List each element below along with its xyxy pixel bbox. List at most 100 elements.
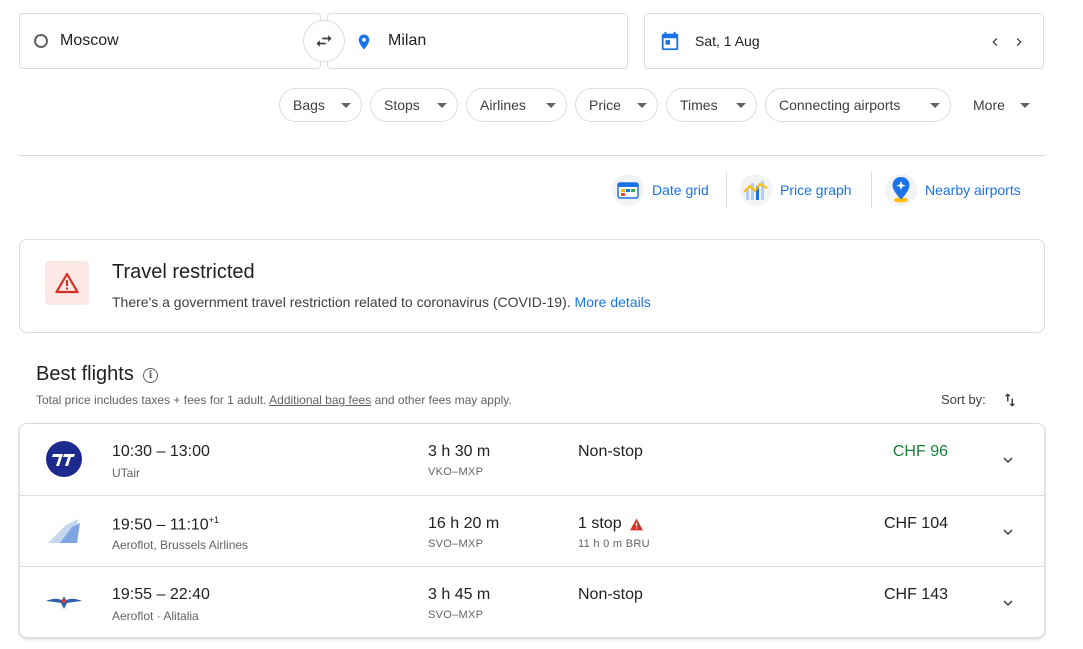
chevron-left-icon (992, 38, 998, 46)
chevron-right-icon (1016, 38, 1022, 46)
filter-stops[interactable]: Stops (370, 88, 458, 122)
filter-price[interactable]: Price (575, 88, 658, 122)
flights-list: 10:30 – 13:00 UTair 3 h 30 m VKO–MXP Non… (19, 423, 1045, 638)
flight-times-text: 19:50 – 11:10 (112, 516, 209, 534)
dropdown-caret-icon (930, 103, 940, 108)
sort-by-label: Sort by: (941, 392, 986, 407)
flight-row[interactable]: 19:50 – 11:10+1 Aeroflot, Brussels Airli… (20, 495, 1044, 566)
flight-airline: Aeroflot, Brussels Airlines (112, 538, 249, 552)
flight-duration: 3 h 45 m (428, 586, 491, 603)
dropdown-caret-icon (736, 103, 746, 108)
chevron-down-icon (1003, 600, 1013, 606)
calendar-icon (659, 30, 681, 52)
filter-stops-label: Stops (384, 97, 420, 113)
filter-price-label: Price (589, 97, 621, 113)
info-icon[interactable]: i (143, 368, 158, 383)
expand-flight-button[interactable] (998, 450, 1018, 470)
dropdown-caret-icon (637, 103, 647, 108)
filter-bags[interactable]: Bags (279, 88, 362, 122)
swap-button[interactable] (303, 20, 345, 62)
flight-route: SVO–MXP (428, 538, 484, 550)
alert-body-text: There's a government travel restriction … (112, 294, 571, 310)
utair-logo-icon (44, 439, 84, 479)
filter-airlines-label: Airlines (480, 97, 526, 113)
best-flights-subtitle: Total price includes taxes + fees for 1 … (36, 393, 512, 407)
flight-duration: 16 h 20 m (428, 515, 500, 532)
price-graph-label: Price graph (780, 182, 852, 198)
price-graph-button[interactable]: Price graph (740, 172, 852, 208)
previous-date-button[interactable] (985, 32, 1005, 52)
day-offset: +1 (208, 515, 219, 525)
flight-price: CHF 104 (883, 515, 948, 532)
warning-icon (629, 518, 644, 531)
nearby-airports-label: Nearby airports (925, 182, 1021, 198)
dropdown-caret-icon (437, 103, 447, 108)
origin-text: Moscow (60, 32, 119, 49)
flight-price: CHF 96 (892, 443, 948, 460)
filter-bags-label: Bags (293, 97, 325, 113)
filter-airlines[interactable]: Airlines (466, 88, 567, 122)
destination-text: Milan (388, 32, 427, 49)
flight-route: SVO–MXP (428, 609, 484, 621)
flight-airline: Aeroflot · Alitalia (112, 609, 199, 623)
tool-separator (726, 172, 727, 208)
flight-stops: Non-stop (578, 586, 643, 604)
flight-row[interactable]: 10:30 – 13:00 UTair 3 h 30 m VKO–MXP Non… (20, 424, 1044, 495)
filter-times-label: Times (680, 97, 718, 113)
flight-airline: UTair (112, 466, 141, 480)
sort-icon (1004, 393, 1016, 407)
expand-flight-button[interactable] (998, 522, 1018, 542)
additional-bag-fees-link[interactable]: Additional bag fees (269, 393, 371, 407)
swap-icon (316, 35, 332, 47)
dropdown-caret-icon (546, 103, 556, 108)
flight-stops: Non-stop (578, 443, 643, 461)
nearby-airports-button[interactable]: Nearby airports (885, 172, 1021, 208)
subtitle-suffix: and other fees may apply. (374, 393, 512, 407)
chevron-down-icon (1003, 457, 1013, 463)
location-pin-icon (358, 34, 370, 50)
filter-more[interactable]: More (959, 88, 1041, 122)
destination-field[interactable]: Milan (327, 13, 628, 69)
flight-times: 10:30 – 13:00 (112, 443, 210, 461)
more-details-link[interactable]: More details (575, 294, 651, 310)
flight-row[interactable]: 19:55 – 22:40 Aeroflot · Alitalia 3 h 45… (20, 566, 1044, 637)
dropdown-caret-icon (1020, 103, 1030, 108)
nearby-airports-icon (885, 174, 917, 206)
flight-price: CHF 143 (883, 586, 948, 603)
flight-stops: 1 stop (578, 515, 644, 533)
filter-connecting-airports-label: Connecting airports (779, 97, 901, 113)
divider (19, 155, 1045, 156)
flight-layover: 11 h 0 m BRU (578, 538, 650, 550)
date-grid-icon (612, 174, 644, 206)
flight-route: VKO–MXP (428, 466, 484, 478)
date-field[interactable]: Sat, 1 Aug (644, 13, 1044, 69)
date-grid-button[interactable]: Date grid (612, 172, 709, 208)
filter-connecting-airports[interactable]: Connecting airports (765, 88, 951, 122)
expand-flight-button[interactable] (998, 593, 1018, 613)
travel-restriction-alert: Travel restricted There's a government t… (19, 239, 1045, 333)
origin-circle-icon (34, 34, 48, 48)
sort-button[interactable] (1001, 390, 1019, 415)
subtitle-prefix: Total price includes taxes + fees for 1 … (36, 393, 267, 407)
origin-field[interactable]: Moscow (19, 13, 321, 69)
filter-times[interactable]: Times (666, 88, 757, 122)
warning-icon (45, 261, 89, 305)
alert-body: There's a government travel restriction … (112, 294, 651, 310)
flight-times-text: 19:55 – 22:40 (112, 586, 210, 603)
flight-stops-text: Non-stop (578, 586, 643, 603)
next-date-button[interactable] (1009, 32, 1029, 52)
filter-more-label: More (973, 97, 1005, 113)
price-graph-icon (740, 174, 772, 206)
multi-airline-tail-icon (44, 511, 84, 551)
chevron-down-icon (1003, 529, 1013, 535)
date-grid-label: Date grid (652, 182, 709, 198)
date-text: Sat, 1 Aug (695, 33, 760, 49)
flight-stops-text: 1 stop (578, 515, 622, 532)
alert-title: Travel restricted (112, 261, 255, 283)
best-flights-title: Best flights (36, 363, 134, 385)
flight-duration: 3 h 30 m (428, 443, 491, 460)
dropdown-caret-icon (341, 103, 351, 108)
flight-times: 19:55 – 22:40 (112, 586, 210, 604)
tool-separator (871, 172, 872, 208)
aeroflot-logo-icon (44, 582, 84, 622)
